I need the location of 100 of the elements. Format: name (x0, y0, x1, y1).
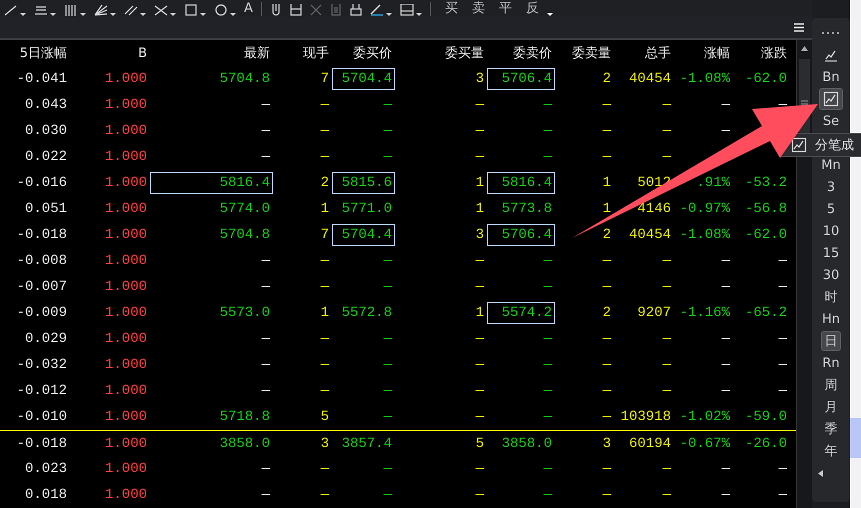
table-cell-text: — (602, 486, 612, 505)
table-cell-text: -0.018 (16, 226, 68, 245)
column-header[interactable]: 涨幅 (674, 40, 733, 66)
table-cell-text: — (382, 330, 394, 349)
table-cell-text: 40454 (628, 226, 672, 245)
table-cell-text: 7 (320, 226, 330, 245)
table-cell-text: 2 (602, 226, 612, 245)
table-cell-text: — (542, 122, 554, 141)
table-cell-text: — (778, 486, 788, 505)
table-cell-text: 3858.0 (218, 434, 271, 454)
table-cell-text: — (382, 356, 394, 375)
angle-icon[interactable] (370, 4, 384, 16)
order-button[interactable]: 买 (444, 2, 458, 16)
column-header[interactable]: 委买价 (332, 40, 395, 66)
line-tool-icon[interactable] (4, 4, 18, 16)
period-tab[interactable]: Se (821, 111, 841, 131)
parallel-lines-icon[interactable] (124, 4, 138, 16)
table-cell-text: — (474, 460, 486, 479)
period-tab[interactable]: 3 (821, 177, 841, 197)
fan-tool-icon[interactable] (94, 4, 108, 16)
table-cell-text: 9207 (636, 304, 672, 323)
order-button[interactable]: 反 (526, 2, 539, 16)
table-cell-text: — (320, 96, 330, 115)
table-cell-text: 103918 (620, 408, 672, 427)
table-cell-text: — (260, 486, 272, 505)
column-header[interactable]: 5日涨幅 (0, 40, 70, 66)
chart-icon[interactable] (823, 91, 839, 107)
column-header[interactable]: 委卖价 (487, 40, 555, 66)
period-tab[interactable]: 年 (821, 441, 841, 461)
table-cell-text: — (720, 460, 732, 479)
table-cell-text: 3858.0 (500, 434, 553, 454)
table-cell-text: 5 (320, 408, 330, 427)
table-cell-text: 1 (320, 304, 330, 323)
cross-lines-icon[interactable] (154, 4, 168, 16)
table-cell-text: — (602, 460, 612, 479)
table-cell-text: — (662, 382, 672, 401)
circle-icon[interactable] (214, 4, 228, 16)
table-cell-text: 1 (474, 174, 485, 193)
table-cell-text: 3857.4 (340, 434, 393, 454)
column-header[interactable]: 委买量 (395, 40, 487, 66)
table-cell-text: — (602, 122, 612, 141)
close-icon[interactable] (310, 4, 322, 16)
table-cell-text: 5 (474, 434, 485, 454)
period-tab[interactable]: Mn (821, 155, 841, 175)
text-tool[interactable]: A (244, 2, 253, 16)
table-cell-text: -0.97% (678, 200, 731, 219)
column-header[interactable]: 最新 (150, 40, 273, 66)
period-tab[interactable]: 15 (821, 243, 841, 263)
table-cell-text: — (474, 330, 486, 349)
table-cell-text: — (382, 382, 394, 401)
order-button[interactable]: 卖 (472, 2, 485, 16)
column-header[interactable]: B (70, 40, 150, 66)
scroll-up-icon[interactable] (801, 46, 808, 51)
table-cell-text: 3 (602, 434, 612, 454)
period-tab[interactable]: 周 (821, 375, 841, 395)
column-header[interactable]: 委卖量 (555, 40, 614, 66)
menu-icon[interactable] (794, 22, 804, 32)
period-tab[interactable]: 月 (821, 397, 841, 417)
table-cell-text: 1.000 (104, 382, 148, 401)
period-tab[interactable]: Rn (821, 353, 841, 373)
period-tab[interactable]: 5 (821, 199, 841, 219)
document-icon[interactable] (290, 4, 302, 16)
table-cell-text: — (382, 486, 394, 505)
bars-tool-icon[interactable] (64, 4, 78, 16)
column-header[interactable]: 总手 (614, 40, 674, 66)
period-tab[interactable]: 30 (821, 265, 841, 285)
lock-icon[interactable] (350, 4, 362, 16)
table-cell-text: — (542, 382, 554, 401)
table-cell-text: — (662, 330, 672, 349)
chart-icon[interactable] (791, 137, 807, 153)
period-tab[interactable]: 日 (821, 331, 841, 351)
column-header[interactable]: 现手 (273, 40, 332, 66)
table-cell-text: 1.000 (104, 434, 148, 454)
period-tab[interactable]: Hn (821, 309, 841, 329)
table-cell-text: 3 (474, 70, 485, 89)
table-cell-text: — (662, 486, 672, 505)
table-cell-text: 1.000 (104, 96, 148, 115)
trash-icon[interactable] (330, 4, 342, 16)
period-tab[interactable]: 10 (821, 221, 841, 241)
table-cell-text: 0.022 (24, 148, 68, 167)
table-cell-text: — (542, 330, 554, 349)
table-cell-text: 1.000 (104, 278, 148, 297)
column-header[interactable]: 涨跌 (733, 40, 790, 66)
table-cell-text: — (320, 148, 330, 167)
table-cell-text: — (602, 408, 612, 427)
collapse-icon[interactable] (818, 470, 823, 476)
period-tab[interactable]: 季 (821, 419, 841, 439)
table-cell-text: — (382, 122, 394, 141)
rectangle-icon[interactable] (184, 4, 198, 16)
text-lines-icon[interactable] (34, 4, 48, 16)
period-tab[interactable]: Bn (821, 67, 841, 87)
table-cell-text: -0.007 (16, 278, 68, 297)
drag-handle-icon[interactable] (822, 32, 840, 34)
order-button[interactable]: 平 (498, 2, 512, 16)
panel-icon[interactable] (400, 4, 414, 16)
period-tab[interactable]: 时 (821, 287, 841, 307)
table-cell-text: .91% (695, 174, 731, 193)
table-cell: 5706.4 (487, 68, 555, 90)
table-cell-text: — (382, 96, 394, 115)
paperclip-icon[interactable] (270, 4, 282, 16)
